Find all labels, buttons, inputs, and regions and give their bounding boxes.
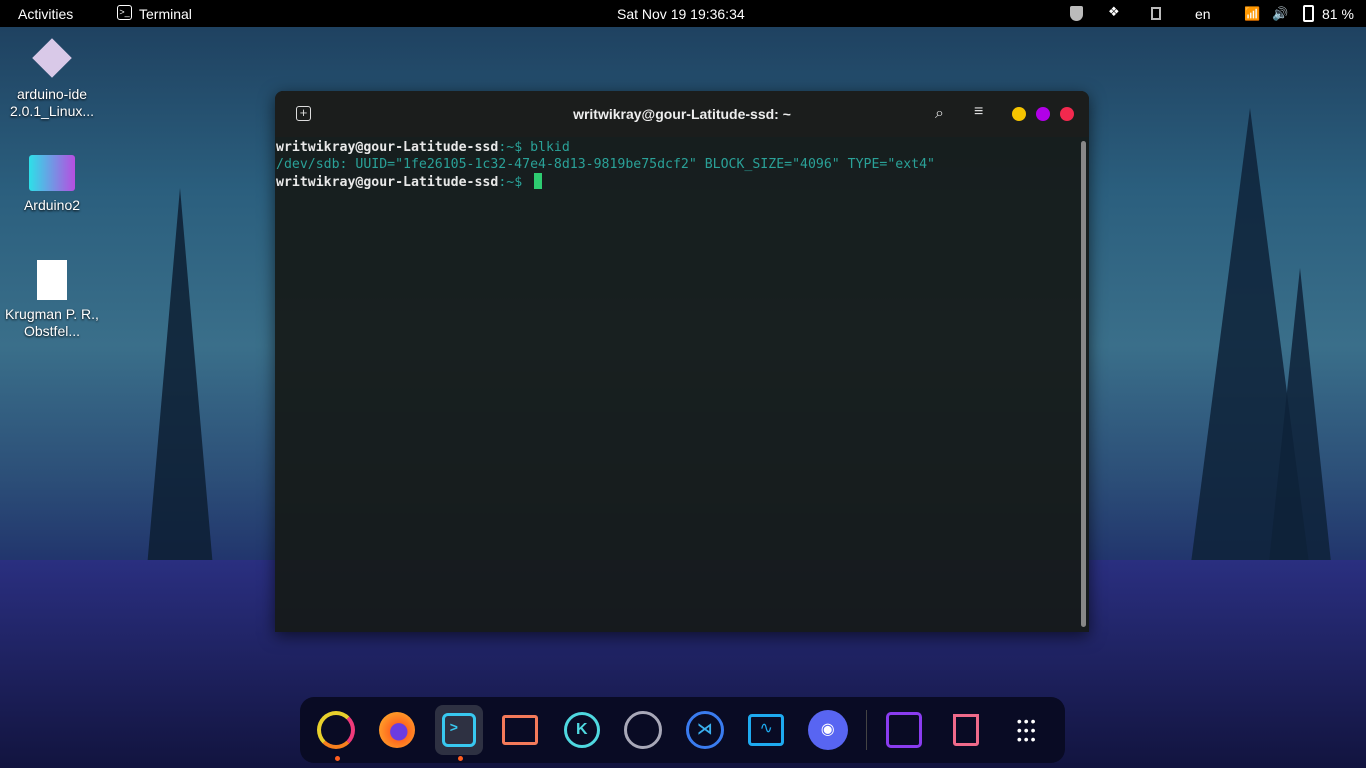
dock-firefox[interactable] — [374, 705, 422, 755]
dock: > K ⋊ ∿ ◉ ••••••••• — [300, 697, 1065, 763]
terminal-output[interactable]: writwikray@gour-Latitude-ssd:~$ blkid /d… — [275, 137, 1089, 193]
dock-kdeconnect[interactable]: K — [558, 705, 606, 755]
dock-discord[interactable]: ◉ — [804, 705, 852, 755]
battery-icon[interactable] — [1303, 5, 1314, 22]
text-cursor — [534, 173, 542, 189]
maximize-button[interactable] — [1036, 107, 1050, 121]
desktop-item-arduino-ide[interactable]: arduino-ide 2.0.1_Linux... — [2, 38, 102, 120]
desktop-item-arduino2[interactable]: Arduino2 — [2, 155, 102, 214]
current-prompt: writwikray@gour-Latitude-ssd:~$ — [276, 173, 1088, 191]
app-menu[interactable]: Terminal — [139, 6, 192, 22]
command-line: writwikray@gour-Latitude-ssd:~$ blkid — [276, 139, 1088, 156]
wifi-icon[interactable]: 📶 — [1244, 6, 1260, 22]
folder-icon — [502, 715, 538, 745]
top-bar: Activities >_ Terminal Sat Nov 19 19:36:… — [0, 0, 1366, 27]
terminal-header: + writwikray@gour-Latitude-ssd: ~ ⌕ ≡ — [275, 91, 1089, 137]
desktop-item-krugman-pdf[interactable]: Krugman P. R., Obstfel... — [2, 260, 102, 340]
dock-trash[interactable] — [942, 705, 990, 755]
dock-system-monitor[interactable]: ∿ — [743, 705, 791, 755]
activities-button[interactable]: Activities — [18, 6, 73, 22]
trash-icon — [953, 714, 979, 746]
command-output: /dev/sdb: UUID="1fe26105-1c32-47e4-8d13-… — [276, 156, 1088, 173]
system-monitor-icon: ∿ — [748, 714, 784, 746]
minimize-button[interactable] — [1012, 107, 1026, 121]
command-text: blkid — [530, 140, 570, 155]
clock[interactable]: Sat Nov 19 19:36:34 — [617, 6, 745, 22]
obs-icon — [624, 711, 662, 749]
dock-terminal[interactable]: > — [435, 705, 483, 755]
disk-icon — [886, 712, 922, 748]
prompt-user: writwikray@gour-Latitude-ssd — [276, 140, 498, 155]
shield-icon[interactable] — [1070, 6, 1083, 21]
dock-show-applications[interactable]: ••••••••• — [1003, 705, 1051, 755]
menu-icon[interactable]: ≡ — [974, 103, 983, 121]
window-title: writwikray@gour-Latitude-ssd: ~ — [275, 106, 1089, 122]
chrome-icon — [317, 711, 355, 749]
terminal-icon: > — [442, 713, 476, 747]
dock-obs[interactable] — [620, 705, 668, 755]
dock-files[interactable] — [497, 705, 545, 755]
battery-percent[interactable]: 81 % — [1322, 6, 1354, 22]
archive-icon — [32, 38, 72, 78]
firefox-icon — [379, 712, 415, 748]
dock-chrome[interactable] — [312, 705, 360, 755]
discord-icon: ◉ — [808, 710, 848, 750]
search-icon[interactable]: ⌕ — [935, 105, 944, 123]
vscode-icon: ⋊ — [686, 711, 724, 749]
terminal-window[interactable]: + writwikray@gour-Latitude-ssd: ~ ⌕ ≡ wr… — [275, 91, 1089, 632]
dock-vscode[interactable]: ⋊ — [681, 705, 729, 755]
prompt-symbol: $ — [514, 140, 530, 155]
app-grid-icon: ••••••••• — [1017, 717, 1038, 744]
close-button[interactable] — [1060, 107, 1074, 121]
document-icon — [37, 260, 67, 300]
language-indicator[interactable]: en — [1195, 6, 1211, 22]
indicator-icon[interactable] — [1151, 7, 1161, 20]
desktop-item-label: Krugman P. R., Obstfel... — [2, 306, 102, 340]
dock-disk-usage[interactable] — [880, 705, 928, 755]
kde-connect-icon: K — [564, 712, 600, 748]
running-indicator — [458, 756, 463, 761]
running-indicator — [335, 756, 340, 761]
desktop-item-label: arduino-ide 2.0.1_Linux... — [2, 86, 102, 120]
prompt-user: writwikray@gour-Latitude-ssd — [276, 175, 498, 190]
volume-icon[interactable]: 🔊 — [1272, 6, 1288, 22]
desktop-item-label: Arduino2 — [2, 197, 102, 214]
prompt-path: :~ — [498, 175, 514, 190]
prompt-symbol: $ — [514, 175, 530, 190]
terminal-app-icon: >_ — [117, 5, 132, 20]
folder-icon — [29, 155, 75, 191]
prompt-path: :~ — [498, 140, 514, 155]
scrollbar[interactable] — [1081, 141, 1086, 627]
dock-separator — [866, 710, 867, 750]
dropbox-icon[interactable]: ❖ — [1108, 4, 1120, 20]
